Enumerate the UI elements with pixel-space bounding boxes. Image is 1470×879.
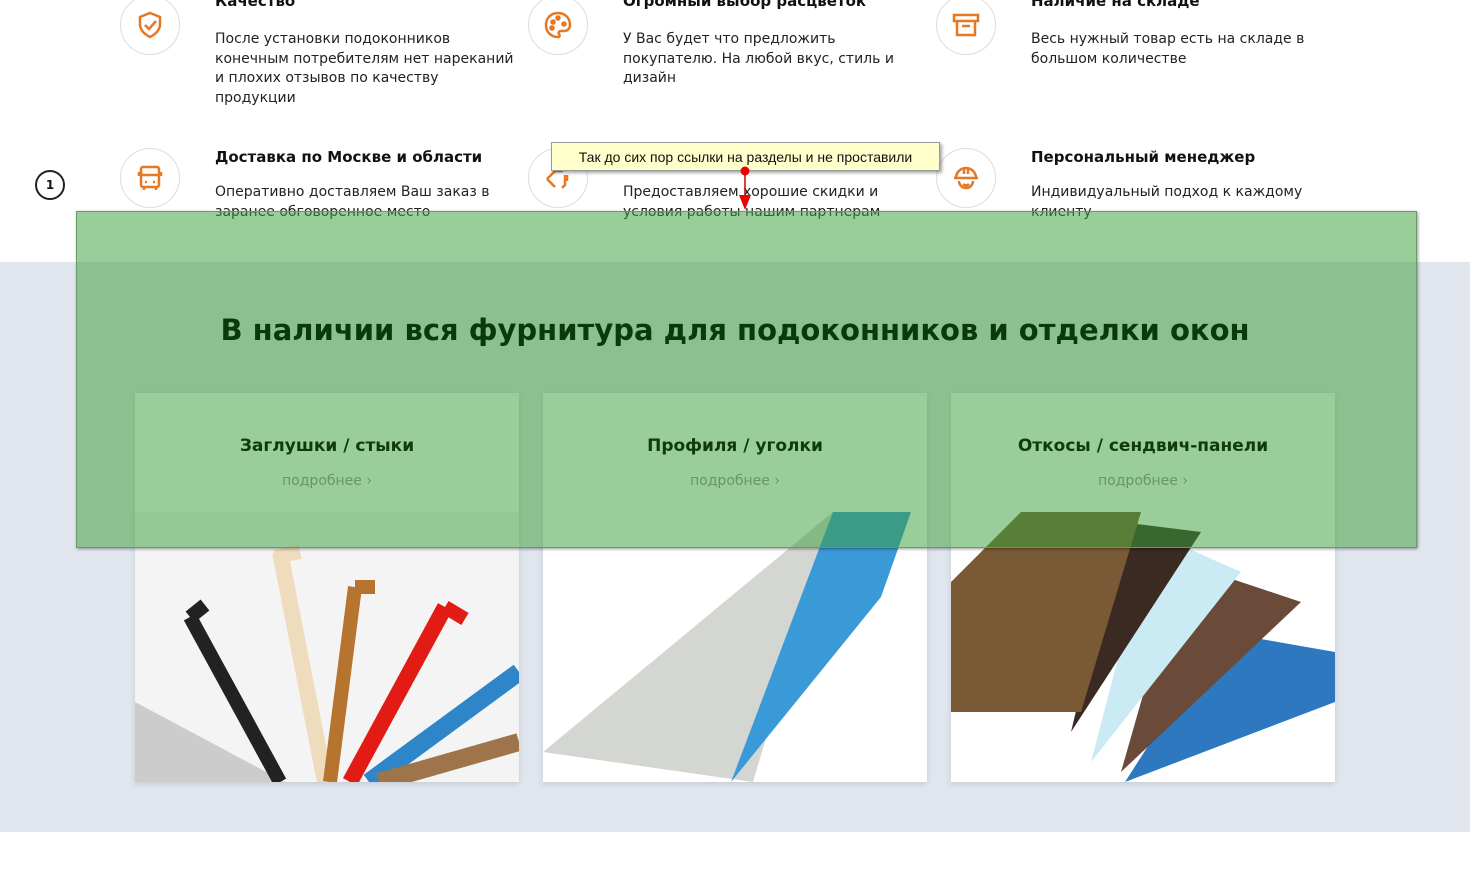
feature-text: Индивидуальный подход к каждому клиенту: [1031, 184, 1303, 220]
feature-title: Наличие на складе: [1031, 0, 1200, 10]
card-link-label[interactable]: подробнее: [282, 473, 362, 489]
feature-title: Персональный менеджер: [1031, 148, 1256, 166]
chevron-right-icon: ›: [774, 473, 780, 489]
card-link-label[interactable]: подробнее: [1098, 473, 1178, 489]
palette-icon: [528, 0, 588, 55]
card-more-link[interactable]: подробнее ›: [543, 473, 927, 489]
plugs-image: [135, 512, 519, 782]
card-title: Профиля / уголки: [647, 436, 823, 456]
chevron-right-icon: ›: [366, 473, 372, 489]
card-slopes[interactable]: Откосы / сендвич-панели подробнее ›: [951, 393, 1335, 782]
feature-title: Качество: [215, 0, 296, 10]
feature-text: Предоставляем хорошие скидки и условия р…: [623, 184, 881, 220]
feature-text: Оперативно доставляем Ваш заказ в заране…: [215, 184, 490, 220]
chevron-right-icon: ›: [1182, 473, 1188, 489]
section-title: В наличии вся фурнитура для подоконников…: [220, 313, 1250, 347]
feature-title: Огромный выбор расцветок: [623, 0, 867, 10]
feature-text: У Вас будет что предложить покупателю. Н…: [623, 31, 894, 86]
feature-title: Доставка по Москве и области: [215, 148, 483, 166]
panels-image: [951, 512, 1335, 782]
card-title: Заглушки / стыки: [239, 436, 415, 456]
annotation-arrow-icon: [739, 166, 751, 210]
bus-icon: [120, 148, 180, 208]
card-link-label[interactable]: подробнее: [690, 473, 770, 489]
shield-check-icon: [120, 0, 180, 55]
helmet-icon: [936, 148, 996, 208]
profiles-image: [543, 512, 927, 782]
feature-text: После установки подоконников конечным по…: [215, 31, 514, 106]
card-profiles[interactable]: Профиля / уголки подробнее ›: [543, 393, 927, 782]
card-title: Откосы / сендвич-панели: [1017, 436, 1269, 456]
annotation-marker: 1: [35, 170, 65, 200]
archive-box-icon: [936, 0, 996, 55]
feature-text: Весь нужный товар есть на складе в больш…: [1031, 31, 1305, 67]
card-more-link[interactable]: подробнее ›: [135, 473, 519, 489]
card-plugs[interactable]: Заглушки / стыки подробнее ›: [135, 393, 519, 782]
card-more-link[interactable]: подробнее ›: [951, 473, 1335, 489]
